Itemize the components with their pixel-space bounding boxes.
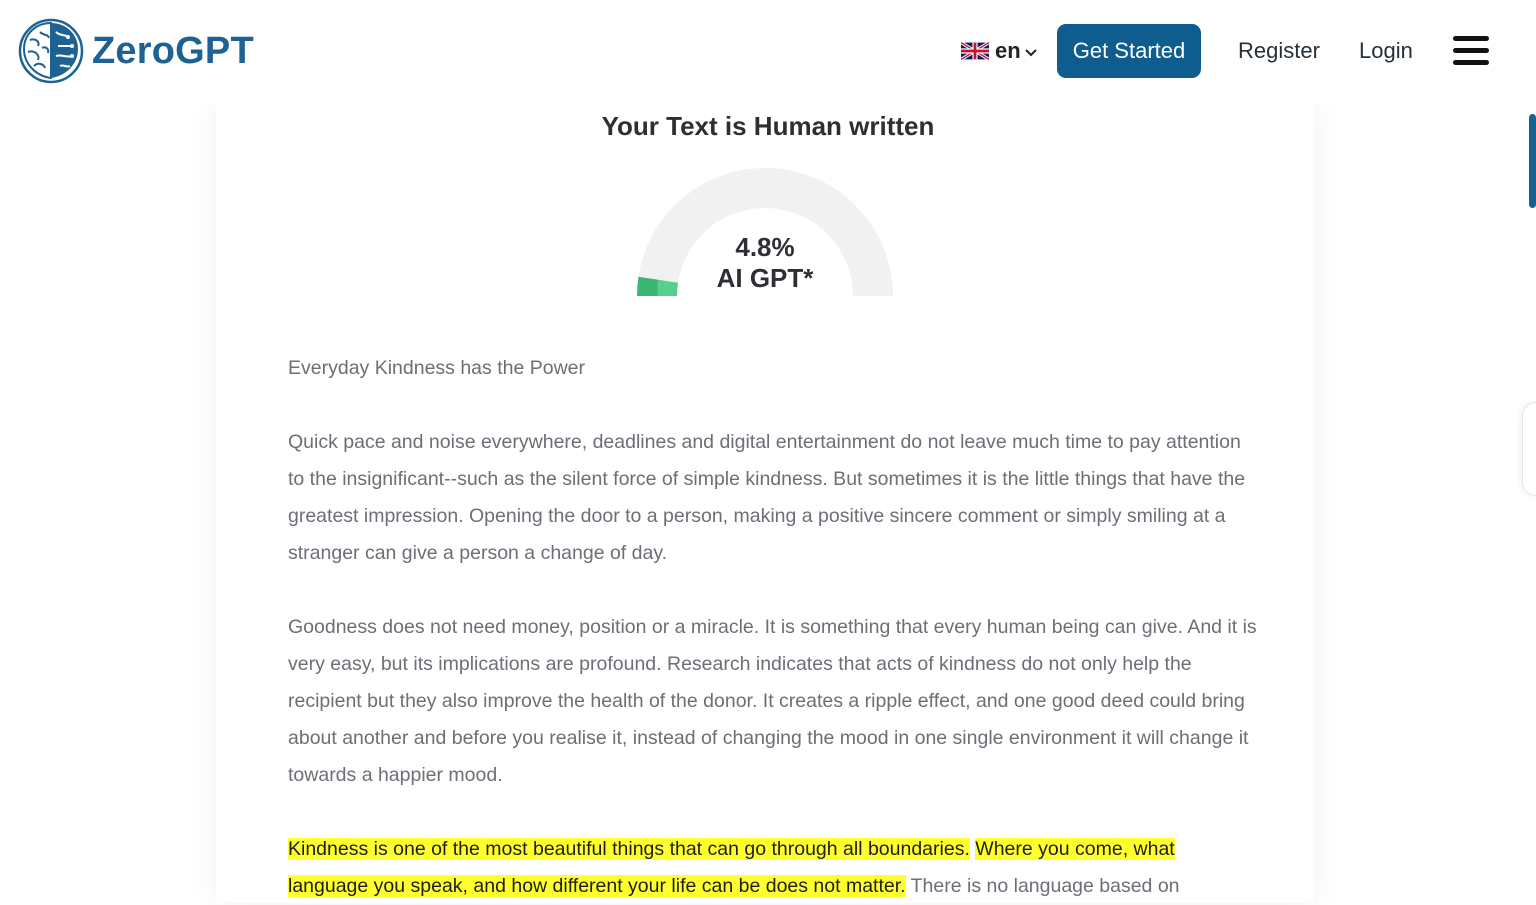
language-selector[interactable]: en xyxy=(961,38,1038,64)
top-header: ZeroGPT en Get Started Register Login xyxy=(0,0,1536,103)
brand-logo-link[interactable]: ZeroGPT xyxy=(18,18,254,84)
ai-percent-gauge: 4.8% AI GPT* xyxy=(628,160,902,302)
login-link[interactable]: Login xyxy=(1359,38,1413,64)
get-started-button[interactable]: Get Started xyxy=(1057,24,1201,78)
ai-gpt-label: AI GPT* xyxy=(716,263,814,293)
page-scrollbar-thumb[interactable] xyxy=(1529,114,1536,208)
language-code: en xyxy=(995,38,1021,63)
register-link[interactable]: Register xyxy=(1238,38,1320,64)
menu-icon[interactable] xyxy=(1453,36,1489,66)
sentence-text: There is no language based on xyxy=(910,875,1180,897)
chevron-down-icon xyxy=(1024,49,1037,57)
highlighted-sentence: Kindness is one of the most beautiful th… xyxy=(288,838,970,860)
ai-percent-value: 4.8% xyxy=(735,232,795,262)
result-title: Your Text is Human written xyxy=(601,111,935,141)
uk-flag-icon xyxy=(961,42,989,60)
brain-logo-icon xyxy=(18,18,84,84)
analyzed-text: Everyday Kindness has the Power Quick pa… xyxy=(288,350,1258,905)
paragraph-1: Quick pace and noise everywhere, deadlin… xyxy=(288,431,1246,564)
document-title: Everyday Kindness has the Power xyxy=(288,357,585,379)
paragraph-3: Kindness is one of the most beautiful th… xyxy=(288,831,1258,905)
side-feedback-tab[interactable] xyxy=(1522,402,1536,496)
brand-name: ZeroGPT xyxy=(92,29,254,72)
paragraph-2: Goodness does not need money, position o… xyxy=(288,616,1257,786)
